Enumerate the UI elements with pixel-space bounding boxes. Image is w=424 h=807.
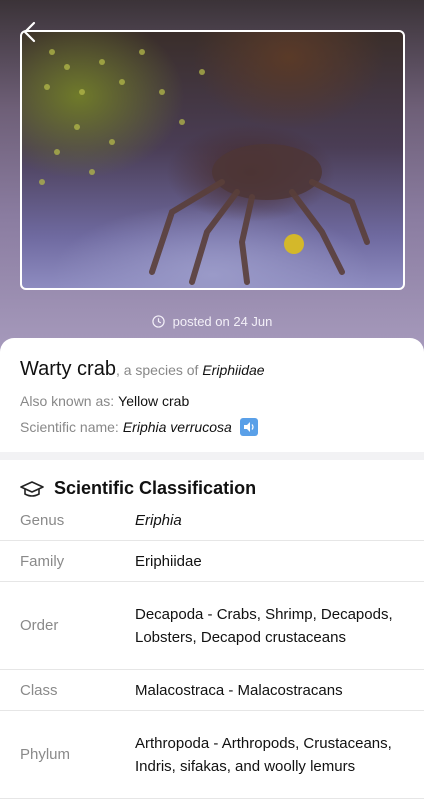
row-value: Decapoda - Crabs, Shrimp, Decapods, Lobs… [135,605,393,646]
family-link[interactable]: Eriphiidae [202,362,264,378]
row-value: Eriphiidae [135,552,202,570]
row-value: Malacostraca - Malacostracans [135,681,343,699]
speaker-icon[interactable] [239,418,258,436]
classification-section: Scientific Classification Genus Eriphia … [0,460,424,807]
scientific-name-line: Scientific name: Eriphia verrucosa [20,418,258,436]
species-of-prefix: , a species of [115,362,203,378]
row-label: Family [20,552,65,570]
common-name: Warty crab [20,358,116,380]
species-title: Warty crab, a species of Eriphiidae [20,358,265,381]
classification-title: Scientific Classification [54,478,257,498]
row-value: Eriphia [135,511,182,529]
row-value: Arthropoda - Arthropods, Crustaceans, In… [135,734,392,775]
aka-value: Yellow crab [118,393,190,409]
crab-photo[interactable] [20,30,405,290]
row-label: Phylum [20,746,71,763]
classification-heading: Scientific Classification [20,478,256,499]
sci-label: Scientific name: [20,419,119,435]
graduation-cap-icon [20,480,44,497]
classification-row-phylum: Phylum Arthropoda - Arthropods, Crustace… [0,711,424,799]
crab-illustration [39,49,370,285]
clock-icon [151,315,165,328]
speaker-icon-glyph [243,422,254,432]
aka-label: Also known as: [20,393,115,409]
row-label: Genus [20,511,65,529]
classification-row-genus: Genus Eriphia [0,500,424,541]
classification-row-class: Class Malacostraca - Malacostracans [0,670,424,711]
posted-info: posted on 24 Jun [0,314,424,329]
chevron-left-icon [23,21,36,43]
hero-background [0,0,424,360]
aka-line: Also known as: Yellow crab [20,393,189,409]
row-label: Class [20,681,58,699]
sci-value: Eriphia verrucosa [122,419,232,435]
back-button[interactable] [14,16,46,48]
species-card: Warty crab, a species of Eriphiidae Also… [0,338,424,452]
posted-text: posted on 24 Jun [172,314,273,329]
classification-row-order: Order Decapoda - Crabs, Shrimp, Decapods… [0,582,424,670]
row-label: Order [20,617,59,634]
classification-row-family: Family Eriphiidae [0,541,424,582]
